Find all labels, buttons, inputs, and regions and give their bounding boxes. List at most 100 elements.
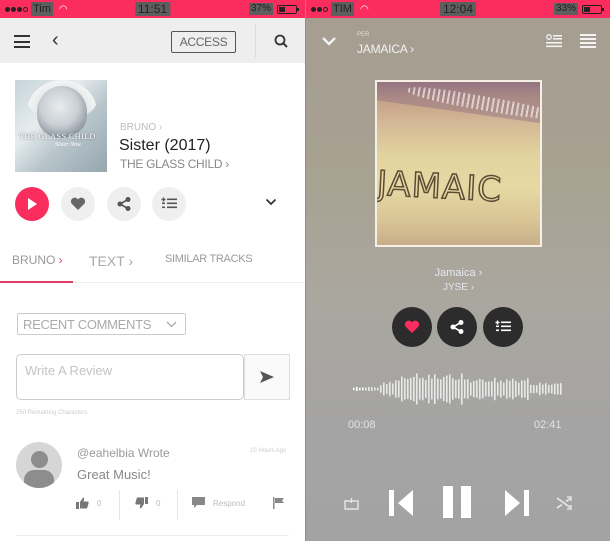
send-review-button[interactable] (244, 354, 290, 400)
waveform-bar (539, 382, 541, 396)
waveform-bar (524, 380, 526, 398)
shuffle-icon[interactable] (556, 495, 572, 511)
waveform-bar (452, 378, 454, 400)
waveform-bar (530, 384, 532, 394)
cover-art-face (37, 86, 87, 138)
now-playing-track[interactable]: Jamaica › (306, 267, 610, 279)
waveform-bar (467, 379, 469, 399)
waveform-bar (371, 387, 373, 391)
waveform-bar (398, 380, 400, 398)
waveform-bar (497, 382, 499, 396)
queue-list-icon[interactable] (580, 34, 596, 48)
waveform-bar (446, 375, 448, 403)
search-icon[interactable] (274, 34, 288, 48)
tab-text[interactable]: TEXT › (89, 253, 133, 269)
album-cover[interactable]: THE GLASS CHILD Sister Now (15, 80, 107, 172)
pause-icon[interactable] (443, 486, 471, 518)
waveform-bar (443, 376, 445, 402)
access-button[interactable]: ACCESS (171, 31, 236, 53)
waveform-bar (356, 386, 358, 392)
play-button[interactable] (15, 187, 49, 221)
waveform-bar (458, 379, 460, 399)
waveform-bar (554, 383, 556, 395)
comment-separator (16, 535, 289, 536)
waveform-bar (401, 376, 403, 402)
cover-art-word: JAMAIC (376, 163, 504, 211)
avatar-body (24, 470, 54, 488)
dislike-count: 0 (156, 498, 161, 508)
waveform-bar (368, 386, 370, 391)
waveform-bar (437, 378, 439, 400)
cover-title-text: THE GLASS CHILD (19, 132, 96, 141)
waveform-bar (488, 381, 490, 397)
like-button[interactable] (61, 187, 95, 221)
track-detail-screen: Tim ◠ 11:51 37% ‹ ACCESS THE GLASS CHILD… (0, 0, 305, 541)
avatar-head (31, 451, 48, 468)
waveform-bar (464, 379, 466, 399)
waveform-bar (482, 379, 484, 399)
comment-author[interactable]: @eahelbia Wrote (77, 446, 170, 460)
now-playing-screen: TIM ◠ 12:04 33% PER JAMAICA › JAMAIC Jam… (305, 0, 610, 541)
favorite-button[interactable] (392, 307, 432, 347)
album-link[interactable]: THE GLASS CHILD › (120, 157, 229, 171)
waveform-bar (455, 380, 457, 398)
waveform-bar (512, 378, 514, 400)
like-count: 0 (97, 498, 102, 508)
avatar[interactable] (16, 442, 62, 488)
back-icon[interactable]: ‹ (52, 30, 59, 50)
share-button[interactable] (437, 307, 477, 347)
elapsed-time: 00:08 (348, 419, 376, 431)
clock: 12:04 (439, 2, 477, 16)
repeat-icon[interactable] (344, 497, 359, 510)
battery-percent: 33% (553, 3, 578, 15)
artist-link[interactable]: BRUNO › (120, 122, 162, 133)
thumbs-down-icon (135, 497, 148, 509)
add-to-queue-button[interactable] (483, 307, 523, 347)
waveform-bar (527, 378, 529, 400)
send-icon (260, 371, 274, 383)
waveform-bar (557, 383, 559, 395)
menu-icon[interactable] (14, 35, 30, 48)
waveform-bar (494, 377, 496, 401)
action-divider (119, 490, 120, 520)
flag-icon[interactable] (273, 497, 285, 509)
header-divider (255, 23, 256, 58)
tab-similar-tracks[interactable]: SIMILAR TRACKS (165, 253, 253, 265)
waveform-bar (545, 383, 547, 395)
respond-label: Respond (213, 498, 246, 508)
previous-track-icon[interactable] (389, 488, 415, 518)
playlist-add-icon (161, 197, 177, 209)
now-playing-artist-name: JYSE (442, 282, 468, 293)
carrier-label: TIM (331, 2, 354, 16)
next-track-icon[interactable] (503, 488, 529, 518)
expand-chevron-icon[interactable] (265, 197, 277, 207)
comment-dislike-button[interactable]: 0 (135, 497, 160, 509)
waveform-seekbar[interactable] (353, 369, 563, 409)
playing-context-title[interactable]: JAMAICA › (357, 42, 414, 56)
review-input[interactable] (16, 354, 244, 400)
waveform-bar (392, 383, 394, 395)
lyrics-icon[interactable] (546, 34, 562, 49)
artist-name: BRUNO (120, 122, 157, 133)
tab-artist[interactable]: BRUNO › (12, 253, 63, 267)
waveform-bar (506, 379, 508, 399)
now-playing-artist[interactable]: JYSE › (306, 282, 610, 293)
comment-sort-select[interactable]: RECENT COMMENTS (17, 313, 186, 335)
share-button[interactable] (107, 187, 141, 221)
context-title-text: JAMAICA (357, 42, 407, 56)
chevron-down-icon (166, 321, 177, 328)
collapse-chevron-icon[interactable] (321, 36, 337, 46)
comment-respond-button[interactable]: Respond (192, 497, 245, 509)
waveform-bar (386, 384, 388, 394)
thumbs-up-icon (76, 497, 89, 509)
waveform-bar (365, 387, 367, 391)
waveform-bar (413, 376, 415, 402)
status-bar: Tim ◠ 11:51 37% (0, 0, 305, 18)
comment-like-button[interactable]: 0 (76, 497, 101, 509)
waveform-bar (389, 381, 391, 397)
heart-icon (70, 197, 86, 210)
add-to-queue-button[interactable] (152, 187, 186, 221)
waveform-bar (374, 387, 376, 391)
heart-icon (404, 320, 420, 333)
waveform-bar (362, 387, 364, 391)
